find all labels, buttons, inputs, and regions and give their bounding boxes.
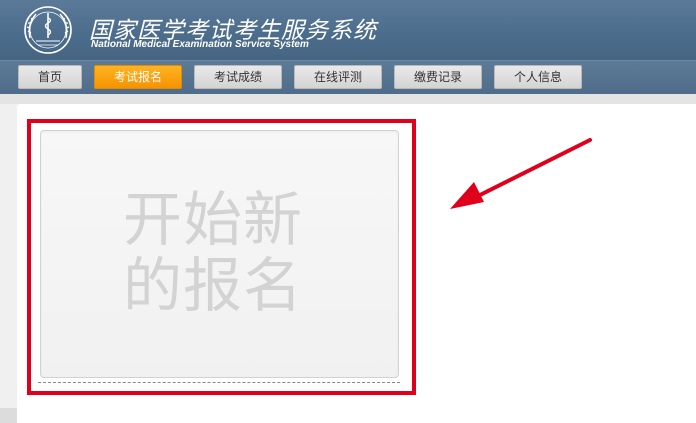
start-new-registration-card[interactable]: 开始新 的报名 <box>40 130 399 378</box>
medical-emblem-logo <box>24 6 72 54</box>
site-header: 国家医学考试考生服务系统 National Medical Examinatio… <box>0 0 696 60</box>
annotation-arrow-icon <box>450 138 592 209</box>
nav-home[interactable]: 首页 <box>18 65 82 89</box>
nav-online-assessment[interactable]: 在线评测 <box>294 65 382 89</box>
left-margin-footer <box>0 408 17 423</box>
nav-personal-info[interactable]: 个人信息 <box>494 65 582 89</box>
dashed-divider <box>38 382 400 383</box>
nav-exam-registration[interactable]: 考试报名 <box>94 65 182 89</box>
system-subtitle: National Medical Examination Service Sys… <box>91 39 309 50</box>
new-registration-line1: 开始新 <box>123 185 304 254</box>
nav-payment-records[interactable]: 缴费记录 <box>394 65 482 89</box>
left-margin <box>0 104 17 423</box>
nav-exam-scores[interactable]: 考试成绩 <box>194 65 282 89</box>
nav-divider <box>0 94 696 104</box>
new-registration-label: 开始新 的报名 <box>123 187 343 319</box>
main-nav: 首页 考试报名 考试成绩 在线评测 缴费记录 个人信息 <box>0 60 696 94</box>
new-registration-line2: 的报名 <box>123 251 304 320</box>
